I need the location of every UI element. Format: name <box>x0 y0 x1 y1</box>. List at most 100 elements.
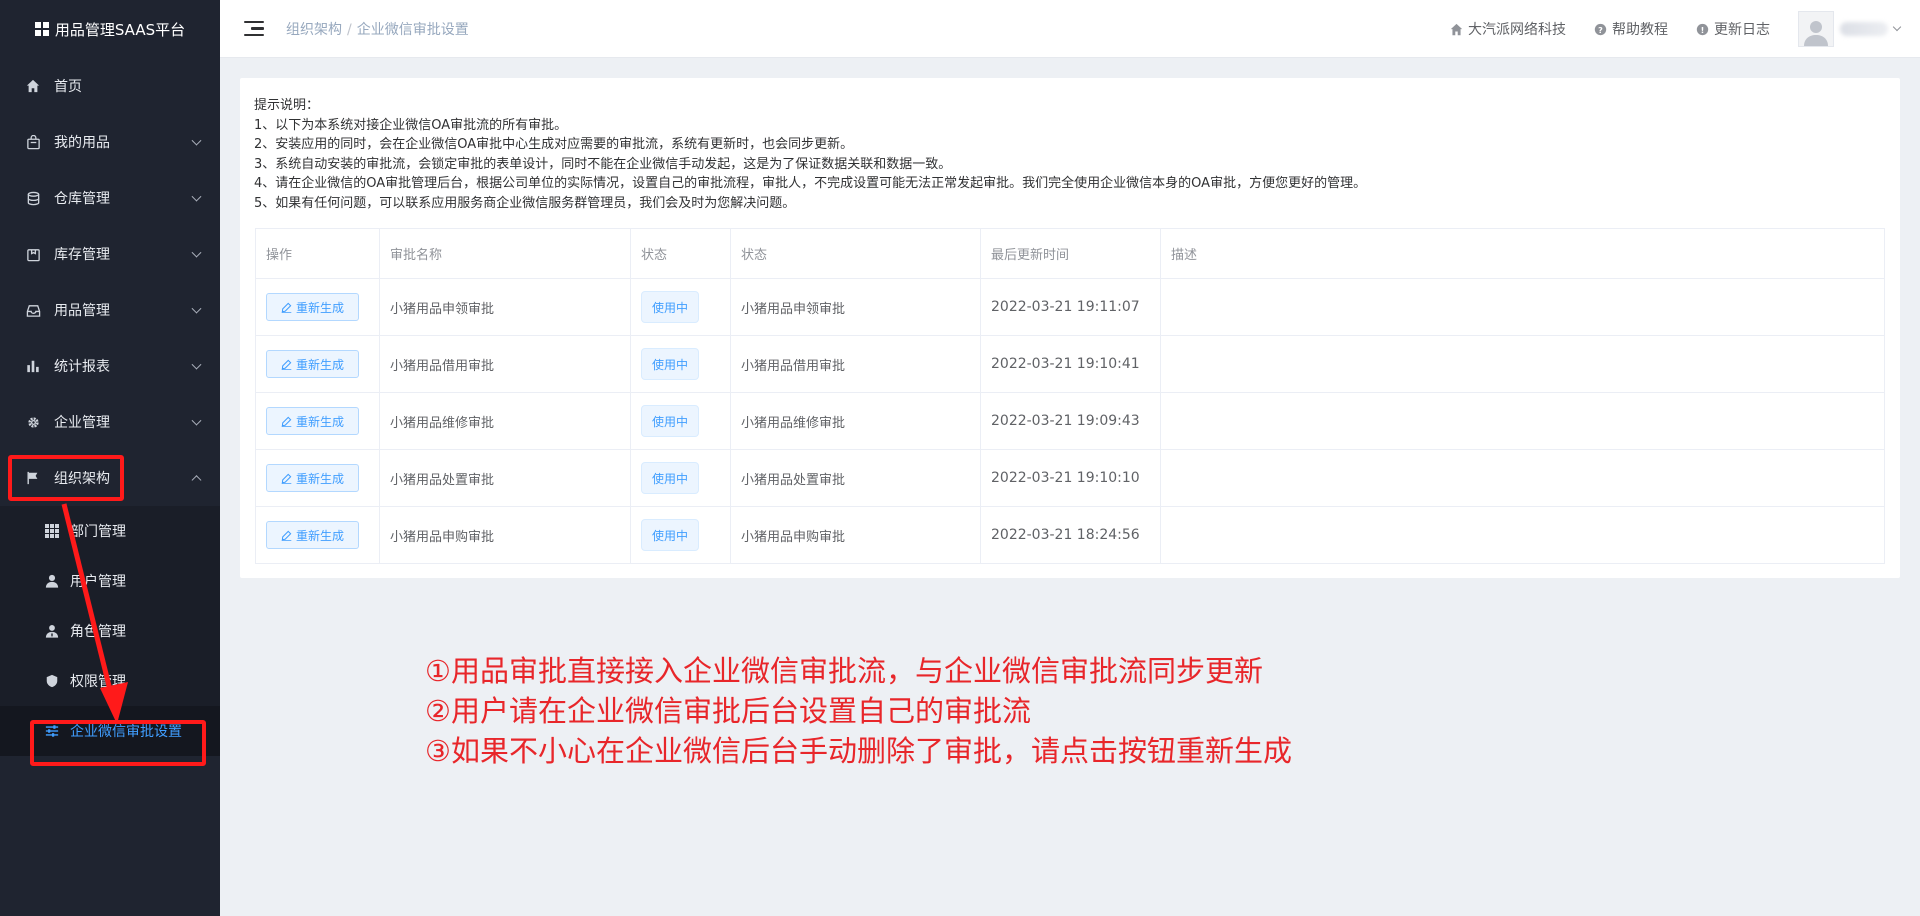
edit-icon <box>281 473 292 484</box>
approval-name: 小猪用品处置审批 <box>379 449 631 507</box>
sidebar-item-label: 首页 <box>54 79 82 95</box>
breadcrumb-item[interactable]: 组织架构 <box>286 22 342 38</box>
table-row: 重新生成 小猪用品借用审批 使用中 小猪用品借用审批 2022-03-21 19… <box>255 335 1885 393</box>
tips-line: 3、系统自动安装的审批流，会锁定审批的表单设计，同时不能在企业微信手动发起，这是… <box>254 156 952 172</box>
tips-title: 提示说明： <box>254 98 320 113</box>
annotation-line: ③如果不小心在企业微信后台手动删除了审批，请点击按钮重新生成 <box>425 734 1292 768</box>
logo-grid-icon <box>34 22 49 36</box>
status-badge: 使用中 <box>641 519 700 551</box>
svg-text:?: ? <box>1598 24 1603 34</box>
sidebar-submenu-organization: 部门管理 用户管理 角色管理 权限管理 企业微信审批设置 <box>0 506 220 756</box>
sidebar-item-label: 部门管理 <box>70 524 126 540</box>
help-icon: ? <box>1594 23 1607 35</box>
sidebar-item-label: 用户管理 <box>70 574 126 590</box>
chevron-down-icon <box>191 359 202 370</box>
status-badge: 使用中 <box>641 405 700 437</box>
sidebar-item-label: 角色管理 <box>70 624 126 640</box>
updated-time: 2022-03-21 19:10:10 <box>980 449 1161 507</box>
info-icon: ! <box>1696 23 1709 35</box>
description <box>1160 506 1885 564</box>
description <box>1160 278 1885 336</box>
edit-icon <box>281 359 292 370</box>
sidebar-item-organization[interactable]: 组织架构 <box>0 450 220 506</box>
sidebar: 用品管理SAAS平台 首页 我的用品 仓库管理 库存管理 用品管理 统计报表 企… <box>0 0 220 916</box>
approval-table: 操作 审批名称 状态 状态 最后更新时间 描述 重新生成 小猪用品申领审批 使用… <box>255 228 1885 564</box>
sidebar-item-enterprise[interactable]: 企业管理 <box>0 394 220 450</box>
chevron-down-icon <box>191 191 202 202</box>
edit-icon <box>281 530 292 541</box>
updated-time: 2022-03-21 19:11:07 <box>980 278 1161 336</box>
app-logo[interactable]: 用品管理SAAS平台 <box>0 0 220 58</box>
chevron-down-icon <box>191 415 202 426</box>
column-header: 最后更新时间 <box>980 228 1161 279</box>
breadcrumb-current: 企业微信审批设置 <box>356 21 469 38</box>
tips-block: 提示说明： 1、以下为本系统对接企业微信OA审批流的所有审批。 2、安装应用的同… <box>254 96 1366 213</box>
approval-name: 小猪用品申领审批 <box>379 278 631 336</box>
chevron-down-icon <box>191 135 202 146</box>
company-link[interactable]: 大汽派网络科技 <box>1450 19 1566 39</box>
home-icon <box>1450 23 1463 35</box>
approval-name: 小猪用品借用审批 <box>379 335 631 393</box>
grid-icon <box>44 523 60 539</box>
top-header: 组织架构 / 企业微信审批设置 大汽派网络科技 ? 帮助教程 ! 更新日志 <box>220 0 1920 58</box>
sidebar-item-label: 库存管理 <box>54 247 110 263</box>
caret-down-icon <box>1892 22 1902 32</box>
database-icon <box>24 189 42 207</box>
table-row: 重新生成 小猪用品处置审批 使用中 小猪用品处置审批 2022-03-21 19… <box>255 449 1885 507</box>
sliders-icon <box>44 723 60 739</box>
inbox-icon <box>24 301 42 319</box>
sidebar-item-warehouse[interactable]: 仓库管理 <box>0 170 220 226</box>
tips-line: 4、请在企业微信的OA审批管理后台，根据公司单位的实际情况，设置自己的审批流程，… <box>254 176 1367 191</box>
sidebar-item-users[interactable]: 用户管理 <box>0 556 220 606</box>
changelog-link[interactable]: ! 更新日志 <box>1696 19 1770 39</box>
status-badge: 使用中 <box>641 462 700 494</box>
sidebar-item-wecom-approval-settings[interactable]: 企业微信审批设置 <box>0 706 220 756</box>
sidebar-item-label: 统计报表 <box>54 359 110 375</box>
edit-icon <box>281 416 292 427</box>
regenerate-button[interactable]: 重新生成 <box>266 464 360 492</box>
approval-status: 小猪用品申购审批 <box>730 506 981 564</box>
approval-status: 小猪用品借用审批 <box>730 335 981 393</box>
tips-line: 1、以下为本系统对接企业微信OA审批流的所有审批。 <box>254 117 568 133</box>
app-title: 用品管理SAAS平台 <box>54 20 186 39</box>
description <box>1160 335 1885 393</box>
sidebar-item-reports[interactable]: 统计报表 <box>0 338 220 394</box>
updated-time: 2022-03-21 18:24:56 <box>980 506 1161 564</box>
table-header-row: 操作 审批名称 状态 状态 最后更新时间 描述 <box>255 228 1885 279</box>
sidebar-item-inventory[interactable]: 库存管理 <box>0 226 220 282</box>
sidebar-item-my-supplies[interactable]: 我的用品 <box>0 114 220 170</box>
regenerate-button[interactable]: 重新生成 <box>266 350 360 378</box>
user-menu[interactable] <box>1798 11 1902 47</box>
description <box>1160 392 1885 450</box>
user-icon <box>44 573 60 589</box>
column-header: 审批名称 <box>379 228 631 279</box>
help-link[interactable]: ? 帮助教程 <box>1594 19 1668 39</box>
tips-line: 5、如果有任何问题，可以联系应用服务商企业微信服务群管理员，我们会及时为您解决问… <box>254 195 796 211</box>
tips-line: 2、安装应用的同时，会在企业微信OA审批中心生成对应需要的审批流，系统有更新时，… <box>254 137 854 152</box>
gear-icon <box>24 413 42 431</box>
sidebar-item-departments[interactable]: 部门管理 <box>0 506 220 556</box>
sidebar-item-label: 组织架构 <box>54 471 110 487</box>
breadcrumb: 组织架构 / 企业微信审批设置 <box>286 21 469 38</box>
header-links: 大汽派网络科技 ? 帮助教程 ! 更新日志 <box>1450 0 1902 58</box>
status-badge: 使用中 <box>641 348 700 380</box>
regenerate-button[interactable]: 重新生成 <box>266 407 360 435</box>
regenerate-button[interactable]: 重新生成 <box>266 293 360 321</box>
regenerate-button[interactable]: 重新生成 <box>266 521 360 549</box>
sidebar-item-home[interactable]: 首页 <box>0 58 220 114</box>
sidebar-item-label: 企业微信审批设置 <box>70 724 182 740</box>
table-row: 重新生成 小猪用品申领审批 使用中 小猪用品申领审批 2022-03-21 19… <box>255 278 1885 336</box>
approval-status: 小猪用品申领审批 <box>730 278 981 336</box>
sidebar-item-supplies[interactable]: 用品管理 <box>0 282 220 338</box>
table-row: 重新生成 小猪用品维修审批 使用中 小猪用品维修审批 2022-03-21 19… <box>255 392 1885 450</box>
flag-icon <box>24 469 42 487</box>
sidebar-item-permissions[interactable]: 权限管理 <box>0 656 220 706</box>
sidebar-item-label: 我的用品 <box>54 135 110 151</box>
menu-toggle-icon[interactable] <box>244 20 264 37</box>
chevron-up-icon <box>191 475 202 486</box>
sidebar-item-label: 用品管理 <box>54 303 110 319</box>
sidebar-item-roles[interactable]: 角色管理 <box>0 606 220 656</box>
user-name-blurred <box>1840 22 1888 36</box>
updated-time: 2022-03-21 19:09:43 <box>980 392 1161 450</box>
column-header: 描述 <box>1160 228 1885 279</box>
